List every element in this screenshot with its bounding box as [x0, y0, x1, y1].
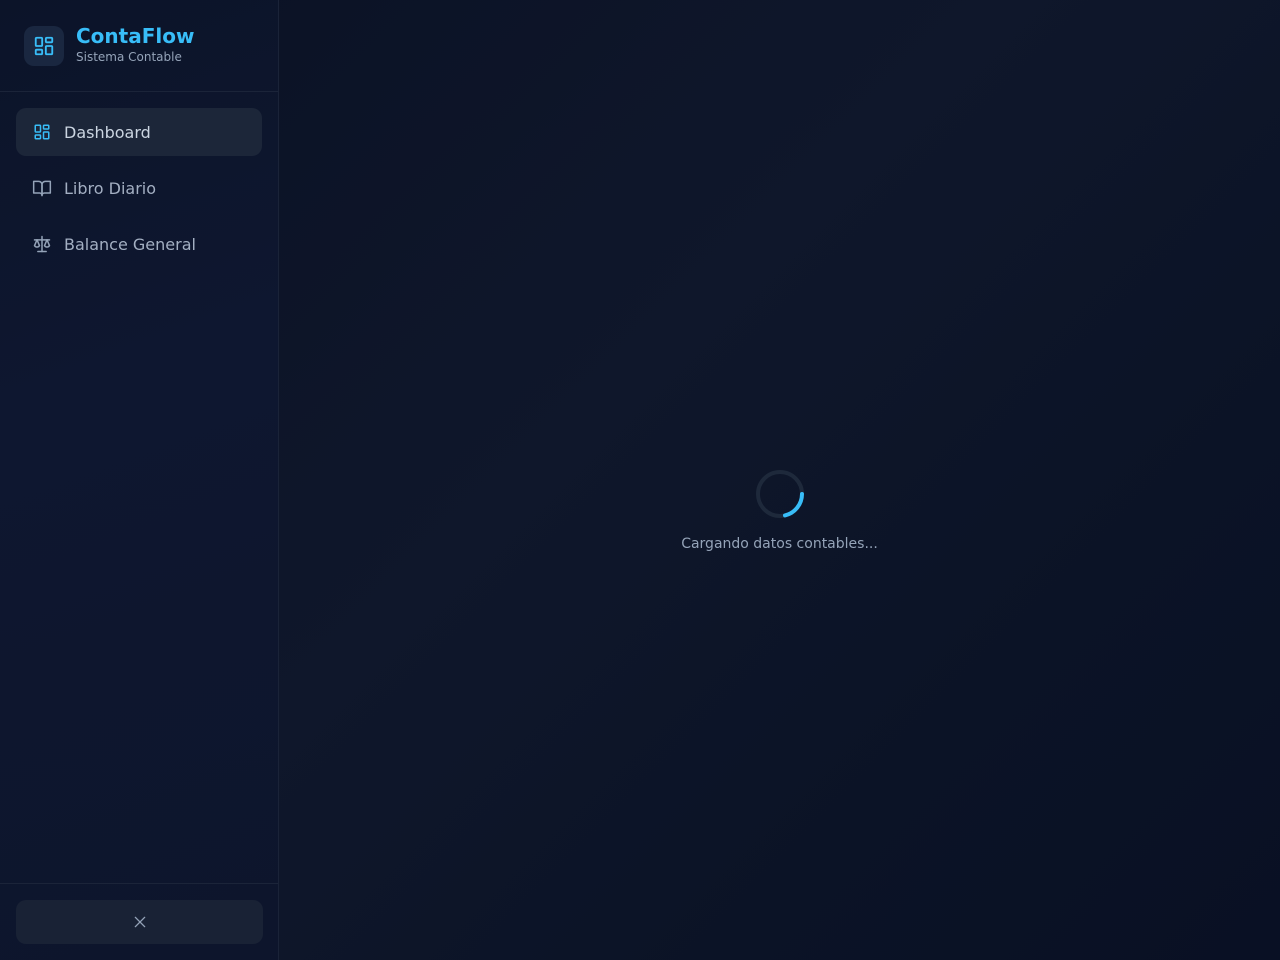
loading-text: Cargando datos contables... — [681, 536, 878, 552]
app-name: ContaFlow — [76, 24, 195, 48]
close-sidebar-button[interactable] — [16, 900, 263, 944]
sidebar-item-dashboard[interactable]: Dashboard — [16, 108, 262, 156]
dashboard-grid-icon — [24, 25, 64, 66]
sidebar-item-libro-diario[interactable]: Libro Diario — [16, 164, 262, 212]
sidebar-item-label: Balance General — [64, 234, 196, 254]
brand-text: ContaFlow Sistema Contable — [76, 24, 195, 65]
app-subtitle: Sistema Contable — [76, 50, 182, 64]
loading-spinner-icon — [755, 470, 804, 518]
book-open-icon — [32, 178, 52, 198]
scale-icon — [32, 234, 52, 254]
sidebar-item-balance-general[interactable]: Balance General — [16, 220, 262, 268]
brand-header: ContaFlow Sistema Contable — [0, 0, 278, 92]
sidebar-item-label: Dashboard — [64, 122, 151, 142]
dashboard-grid-icon — [32, 122, 52, 142]
main-content: Cargando datos contables... — [279, 0, 1280, 960]
app-window: ContaFlow Sistema Contable Dashboard Lib… — [0, 0, 1280, 960]
sidebar-item-label: Libro Diario — [64, 178, 156, 198]
sidebar-nav: Dashboard Libro Diario Balance General — [0, 92, 278, 883]
close-icon — [134, 916, 145, 928]
sidebar: ContaFlow Sistema Contable Dashboard Lib… — [0, 0, 279, 960]
loading-indicator: Cargando datos contables... — [279, 469, 1280, 553]
sidebar-footer — [0, 883, 278, 960]
